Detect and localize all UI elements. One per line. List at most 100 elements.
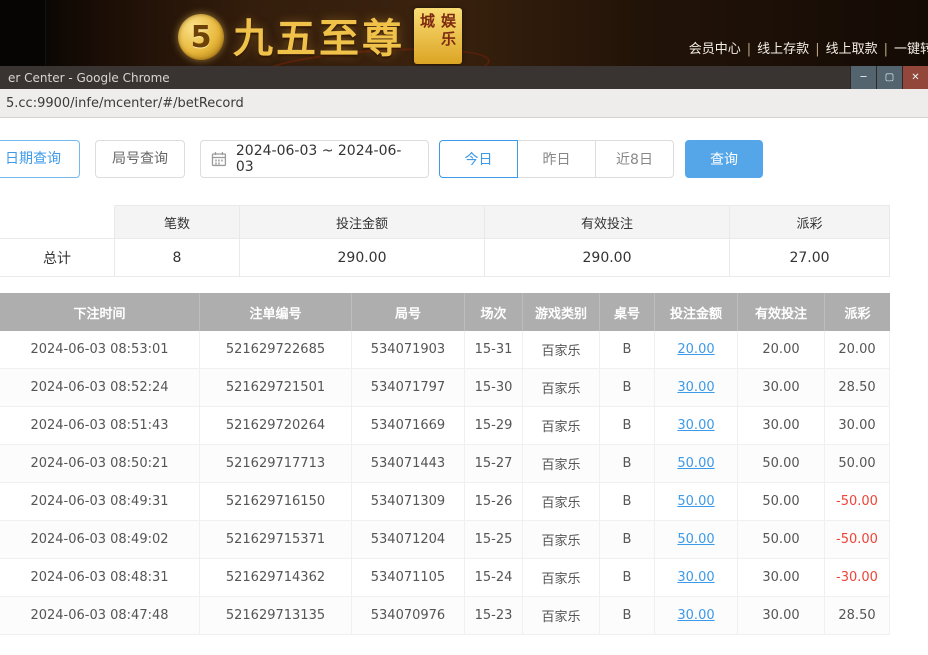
banner-nav-link[interactable]: 线上取款: [826, 42, 878, 57]
cell-bet_id: 521629721501: [200, 369, 352, 407]
table-row: 2024-06-03 08:49:02521629715371534071204…: [0, 521, 890, 559]
window-controls: ─ ▢ ✕: [850, 66, 928, 89]
cell-session: 15-23: [465, 597, 523, 635]
cell-session: 15-29: [465, 407, 523, 445]
cell-session: 15-31: [465, 331, 523, 369]
nav-separator: |: [884, 42, 888, 57]
bet-amount-link[interactable]: 30.00: [677, 570, 714, 585]
cell-game: 百家乐: [523, 369, 600, 407]
maximize-button[interactable]: ▢: [876, 66, 902, 89]
cell-bet: 30.00: [655, 597, 738, 635]
cell-game: 百家乐: [523, 445, 600, 483]
table-body: 2024-06-03 08:53:01521629722685534071903…: [0, 331, 890, 635]
table-row: 2024-06-03 08:53:01521629722685534071903…: [0, 331, 890, 369]
cell-bet_id: 521629722685: [200, 331, 352, 369]
cell-valid: 30.00: [738, 407, 825, 445]
column-header: 派彩: [825, 293, 890, 331]
column-header: 投注金额: [655, 293, 738, 331]
column-header: 局号: [352, 293, 465, 331]
table-row: 2024-06-03 08:52:24521629721501534071797…: [0, 369, 890, 407]
cell-time: 2024-06-03 08:49:31: [0, 483, 200, 521]
cell-valid: 30.00: [738, 559, 825, 597]
cell-time: 2024-06-03 08:51:43: [0, 407, 200, 445]
cell-round: 534070976: [352, 597, 465, 635]
cell-bet_id: 521629713135: [200, 597, 352, 635]
summary-header-row: 笔数 投注金额 有效投注 派彩: [0, 205, 890, 239]
table-row: 2024-06-03 08:51:43521629720264534071669…: [0, 407, 890, 445]
tab-date-query[interactable]: 日期查询: [0, 140, 80, 178]
cell-bet: 30.00: [655, 369, 738, 407]
cell-bet: 50.00: [655, 483, 738, 521]
summary-header-count: 笔数: [115, 205, 240, 239]
cell-payout: 28.50: [825, 597, 890, 635]
cell-bet_id: 521629714362: [200, 559, 352, 597]
cell-round: 534071903: [352, 331, 465, 369]
tab-round-query[interactable]: 局号查询: [95, 140, 185, 178]
cell-game: 百家乐: [523, 331, 600, 369]
cell-table_no: B: [600, 445, 655, 483]
cell-table_no: B: [600, 407, 655, 445]
cell-table_no: B: [600, 597, 655, 635]
cell-bet_id: 521629716150: [200, 483, 352, 521]
summary-total-row: 总计 8 290.00 290.00 27.00: [0, 239, 890, 277]
quick-button-today[interactable]: 今日: [439, 140, 518, 178]
window-titlebar: er Center - Google Chrome ─ ▢ ✕: [0, 66, 928, 89]
table-row: 2024-06-03 08:47:48521629713135534070976…: [0, 597, 890, 635]
quick-button-yesterday[interactable]: 昨日: [517, 140, 596, 178]
cell-game: 百家乐: [523, 483, 600, 521]
quick-date-buttons: 今日昨日近8日: [439, 140, 674, 178]
bet-record-table: 下注时间注单编号局号场次游戏类别桌号投注金额有效投注派彩 2024-06-03 …: [0, 293, 890, 635]
column-header: 场次: [465, 293, 523, 331]
cell-bet: 30.00: [655, 559, 738, 597]
bet-amount-link[interactable]: 20.00: [677, 342, 714, 357]
bet-amount-link[interactable]: 30.00: [677, 608, 714, 623]
cell-payout: -30.00: [825, 559, 890, 597]
cell-valid: 30.00: [738, 369, 825, 407]
banner-nav-link[interactable]: 一键转: [894, 42, 928, 57]
cell-valid: 20.00: [738, 331, 825, 369]
coin-number: 5: [191, 20, 212, 55]
column-header: 注单编号: [200, 293, 352, 331]
summary-payout-value: 27.00: [730, 239, 890, 277]
cell-payout: 30.00: [825, 407, 890, 445]
cell-payout: -50.00: [825, 483, 890, 521]
close-button[interactable]: ✕: [902, 66, 928, 89]
cell-game: 百家乐: [523, 407, 600, 445]
bet-amount-link[interactable]: 50.00: [677, 494, 714, 509]
summary-header-payout: 派彩: [730, 205, 890, 239]
cell-bet: 20.00: [655, 331, 738, 369]
minimize-button[interactable]: ─: [850, 66, 876, 89]
bet-amount-link[interactable]: 50.00: [677, 456, 714, 471]
banner-left-dark-strip: [0, 0, 46, 66]
search-button[interactable]: 查询: [685, 140, 763, 178]
summary-total-label: 总计: [0, 239, 115, 277]
cell-round: 534071204: [352, 521, 465, 559]
cell-valid: 50.00: [738, 445, 825, 483]
cell-session: 15-30: [465, 369, 523, 407]
cell-round: 534071797: [352, 369, 465, 407]
quick-button-last8days[interactable]: 近8日: [595, 140, 674, 178]
cell-bet_id: 521629717713: [200, 445, 352, 483]
nav-separator: |: [815, 42, 819, 57]
banner-nav-link[interactable]: 会员中心: [689, 42, 741, 57]
summary-header-valid-bet: 有效投注: [485, 205, 730, 239]
summary-count-value: 8: [115, 239, 240, 277]
bet-amount-link[interactable]: 50.00: [677, 532, 714, 547]
bet-amount-link[interactable]: 30.00: [677, 418, 714, 433]
url-bar[interactable]: 5.cc:9900/infe/mcenter/#/betRecord: [0, 89, 928, 118]
date-range-input[interactable]: 2024-06-03 ~ 2024-06-03: [200, 140, 429, 178]
cell-game: 百家乐: [523, 521, 600, 559]
summary-table: 笔数 投注金额 有效投注 派彩 总计 8 290.00 290.00 27.00: [0, 205, 890, 277]
filter-row: 日期查询 局号查询 2024-06-03 ~ 2024-06-03 今日昨日近8…: [0, 140, 928, 178]
cell-session: 15-25: [465, 521, 523, 559]
cell-bet: 50.00: [655, 445, 738, 483]
banner-nav-link[interactable]: 线上存款: [757, 42, 809, 57]
table-header-row: 下注时间注单编号局号场次游戏类别桌号投注金额有效投注派彩: [0, 293, 890, 331]
column-header: 下注时间: [0, 293, 200, 331]
screen: 5 九五至尊 娱乐城 会员中心|线上存款|线上取款|一键转 er Center …: [0, 0, 928, 655]
bet-amount-link[interactable]: 30.00: [677, 380, 714, 395]
date-range-value: 2024-06-03 ~ 2024-06-03: [236, 143, 418, 175]
banner-nav: 会员中心|线上存款|线上取款|一键转: [685, 38, 928, 57]
casino-logo[interactable]: 5 九五至尊 娱乐城: [178, 2, 462, 64]
cell-payout: 28.50: [825, 369, 890, 407]
